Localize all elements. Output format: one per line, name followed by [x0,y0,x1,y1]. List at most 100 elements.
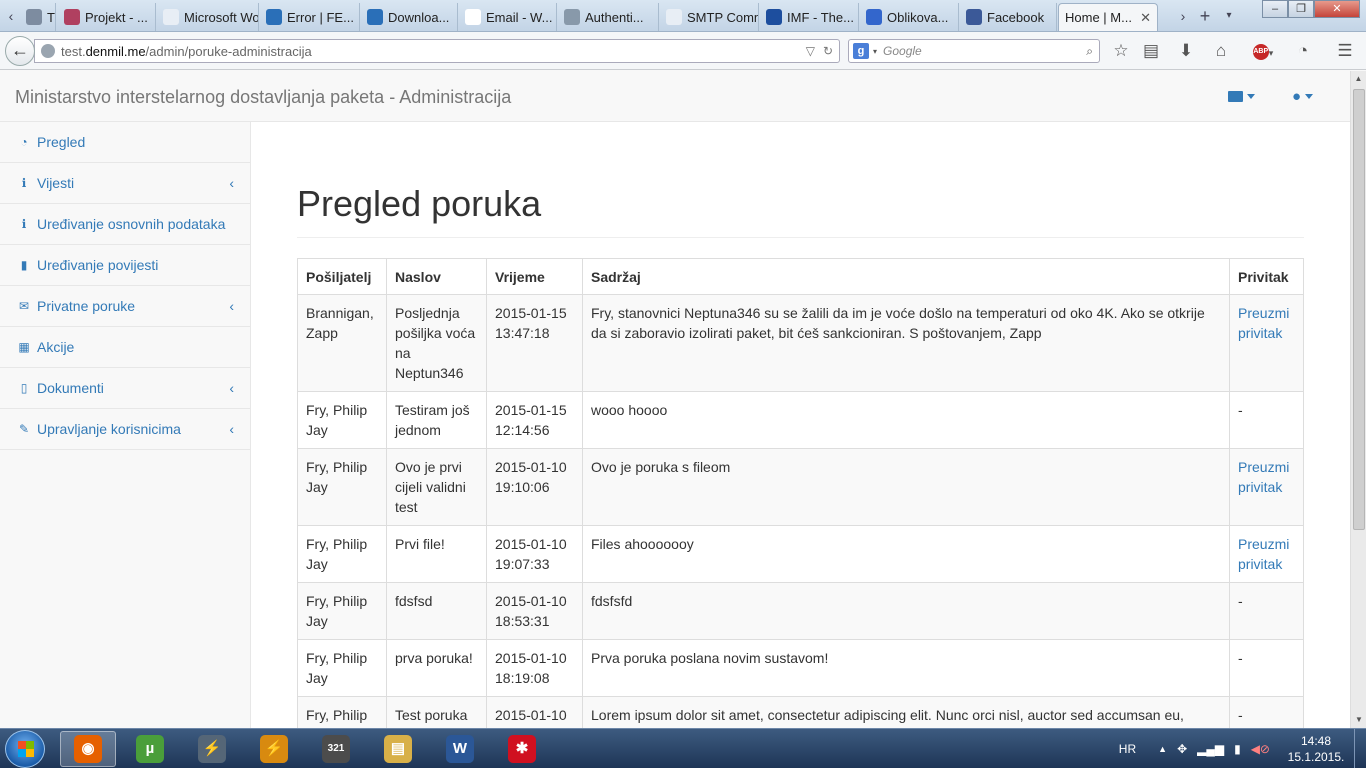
circle-logo-icon [266,9,282,25]
url-bar[interactable]: test. denmil.me /admin/poruke-administra… [34,39,840,63]
browser-tab[interactable]: Downloa... [361,3,458,31]
network-tool-app[interactable]: ⚡ [184,731,240,767]
show-desktop-button[interactable] [1354,729,1366,768]
minimize-icon[interactable]: – [1262,0,1288,18]
cell-attachment: Preuzmi privitak [1229,448,1304,526]
utorrent-app-icon: µ [136,735,164,763]
sidebar-item[interactable]: ◔ Pregled [0,122,250,163]
browser-tab-bar: ‹ Tr... Projekt - ... Microsoft Wo... Error… [0,0,1366,32]
cell-sender: Fry, Philip Jay [297,639,387,697]
gear-icon [64,9,80,25]
dropbox-icon[interactable]: ✥ [1177,742,1187,756]
bookmark-star-icon[interactable]: ☆ [1109,40,1133,62]
close-window-icon[interactable]: ✕ [1314,0,1360,18]
tab-label: Email - W... [486,9,553,25]
word-app[interactable]: W [432,731,488,767]
explorer-app[interactable]: ▤ [370,731,426,767]
cell-sender: Fry, Philip Jay [297,448,387,526]
download-attachment-link[interactable]: Preuzmi privitak [1238,459,1289,495]
network-tool-app-icon: ⚡ [198,735,226,763]
scroll-down-icon[interactable]: ▼ [1351,712,1366,728]
messages-table: Pošiljatelj Naslov Vrijeme Sadržaj Privi… [297,258,1304,728]
top-navbar: Ministarstvo interstelarnog dostavljanja… [0,71,1350,122]
action-center-icon[interactable]: ▮ [1234,742,1241,756]
download-attachment-link[interactable]: Preuzmi privitak [1238,305,1289,341]
reading-list-icon[interactable]: ▤ [1139,40,1163,62]
browser-tab[interactable]: Tr... [20,3,56,31]
history-dropdown-icon[interactable]: ▽ [806,44,815,58]
word-app-icon: W [446,735,474,763]
cell-attachment: - [1229,639,1304,697]
browser-tab[interactable]: Facebook [960,3,1057,31]
tab-list-icon[interactable]: ▾ [1220,5,1238,27]
splash-app[interactable]: ✱ [494,731,550,767]
show-hidden-icons-icon[interactable]: ▲ [1158,744,1167,754]
explorer-app-icon: ▤ [384,735,412,763]
table-row: Fry, Philip Jay prva poruka! 2015-01-10 18… [297,639,1304,697]
cell-content: Files ahooooooy [582,525,1230,583]
windows-logo-lower-icon [18,749,34,757]
scroll-up-icon[interactable]: ▲ [1351,71,1366,87]
info-icon: ℹ [21,217,27,231]
sidebar-item[interactable]: ✎ Upravljanje korisnicima ‹ [0,409,250,450]
sidebar-item[interactable]: ▦ Akcije [0,327,250,368]
browser-tab[interactable]: Email - W... [459,3,557,31]
start-button[interactable] [5,730,45,768]
user-dropdown[interactable]: ● [1292,85,1314,107]
volume-muted-icon[interactable]: ◀⊘ [1251,742,1270,756]
menu-icon[interactable]: ☰ [1333,40,1357,62]
cell-attachment: - [1229,696,1304,728]
download-icon[interactable]: ⬇ [1174,40,1198,62]
calendar-app[interactable]: 321 [308,731,364,767]
network-signal-icon[interactable]: ▂▄▆ [1197,742,1224,756]
search-input[interactable]: g ▾ Google ⌕ [848,39,1100,63]
adblock-icon[interactable]: ABP▾ [1248,40,1278,62]
browser-tab[interactable]: IMF - The... [760,3,859,31]
search-icon[interactable]: ⌕ [1086,44,1099,59]
browser-tab[interactable]: Projekt - ... [58,3,156,31]
browser-tab[interactable]: Oblikova... [860,3,959,31]
sidebar-item[interactable]: ✉ Privatne poruke ‹ [0,286,250,327]
tab-label: Home | M... [1065,10,1132,25]
page-title: Pregled poruka [297,183,1304,238]
back-button[interactable]: ← [5,36,35,66]
search-engine-dropdown-icon[interactable]: ▾ [873,47,877,56]
sidebar-item[interactable]: ℹ Vijesti ‹ [0,163,250,204]
clock[interactable]: 14:48 15.1.2015. [1284,733,1348,765]
new-tab-icon[interactable]: + [1196,5,1214,27]
maximize-icon[interactable]: ❐ [1288,0,1314,18]
google-icon[interactable]: g [853,43,869,59]
browser-tab[interactable]: Home | M... ✕ [1058,3,1158,31]
messages-dropdown[interactable] [1228,85,1255,107]
scrollbar-thumb[interactable] [1353,89,1365,530]
sidebar-item[interactable]: ▮ Uređivanje povijesti [0,245,250,286]
tab-label: Downloa... [388,9,450,25]
tab-scroll-left-icon[interactable]: ‹ [2,5,20,27]
browser-tab[interactable]: SMTP Comm... [660,3,759,31]
header-sender: Pošiljatelj [297,258,387,295]
sidebar-item[interactable]: ℹ Uređivanje osnovnih podataka [0,204,250,245]
cell-time: 2015-01-10 18:19:08 [486,639,583,697]
envelope-icon [1228,90,1243,102]
page-scrollbar[interactable]: ▲ ▼ [1350,71,1366,728]
browser-tab[interactable]: Authenti... [558,3,659,31]
browser-tab[interactable]: Error | FE... [260,3,360,31]
brand-title[interactable]: Ministarstvo interstelarnog dostavljanja… [15,87,511,108]
envelope-icon: ✉ [18,299,30,313]
chevron-left-icon: ‹ [229,298,234,314]
firefox-app[interactable]: ◉ [60,731,116,767]
sidebar-item[interactable]: ▯ Dokumenti ‹ [0,368,250,409]
download-attachment-link[interactable]: Preuzmi privitak [1238,536,1289,572]
language-indicator[interactable]: HR [1119,742,1136,756]
browser-tab[interactable]: Microsoft Wo... [157,3,259,31]
utorrent-app[interactable]: µ [122,731,178,767]
sync-icon[interactable]: ◔ [1291,40,1315,62]
cell-time: 2015-01-10 [486,696,583,728]
winamp-app[interactable]: ⚡ [246,731,302,767]
close-tab-icon[interactable]: ✕ [1140,10,1151,26]
reload-icon[interactable]: ↻ [823,44,833,58]
tab-scroll-right-icon[interactable]: › [1174,5,1192,27]
table-row: Fry, Philip Jay Testiram još jednom 2015-0… [297,391,1304,449]
home-icon[interactable]: ⌂ [1209,40,1233,62]
header-subject: Naslov [386,258,487,295]
